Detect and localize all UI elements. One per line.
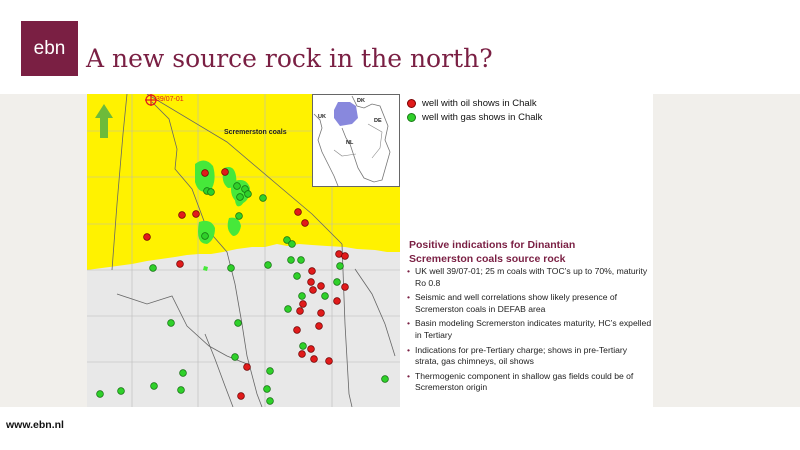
inset-label-uk: UK: [318, 114, 326, 120]
gas-well-marker: [333, 278, 341, 286]
page-title: A new source rock in the north?: [86, 44, 493, 73]
list-item: Seismic and well correlations show likel…: [407, 292, 653, 315]
gas-well-marker: [266, 367, 274, 375]
gas-well-marker: [264, 261, 272, 269]
location-inset-map: DK UK DE NL: [312, 94, 400, 187]
oil-well-marker: [317, 282, 325, 290]
inset-label-nl: NL: [346, 140, 354, 146]
oil-well-marker: [176, 260, 184, 268]
gas-well-marker: [288, 240, 296, 248]
inset-label-dk: DK: [357, 98, 365, 104]
gas-well-marker: [207, 188, 215, 196]
oil-well-marker: [301, 219, 309, 227]
legend-gas-label: well with gas shows in Chalk: [422, 111, 543, 123]
oil-well-marker: [325, 357, 333, 365]
legend-oil-label: well with oil shows in Chalk: [422, 97, 537, 109]
gas-well-marker: [293, 272, 301, 280]
oil-well-marker: [201, 169, 209, 177]
oil-well-marker: [143, 233, 151, 241]
oil-well-marker: [298, 350, 306, 358]
oil-well-marker: [294, 208, 302, 216]
gas-well-marker: [233, 182, 241, 190]
legend-oil: well with oil shows in Chalk: [407, 96, 542, 110]
gas-well-marker: [284, 305, 292, 313]
ebn-logo: ebn: [21, 21, 78, 76]
oil-well-marker: [310, 355, 318, 363]
gas-well-marker: [298, 292, 306, 300]
gas-well-marker: [297, 256, 305, 264]
oil-well-marker: [296, 307, 304, 315]
section-heading: Positive indications for Dinantian Screm…: [409, 238, 649, 266]
gas-well-marker: [381, 375, 389, 383]
list-item: Indications for pre-Tertiary charge; sho…: [407, 345, 653, 368]
gas-well-marker: [150, 382, 158, 390]
indication-list: UK well 39/07-01; 25 m coals with TOC’s …: [407, 266, 653, 397]
gas-well-marker: [149, 264, 157, 272]
oil-well-marker: [309, 286, 317, 294]
map-legend: well with oil shows in Chalk well with g…: [407, 96, 542, 124]
gas-well-marker: [287, 256, 295, 264]
gas-well-marker: [227, 264, 235, 272]
well-label: 39/07-01: [156, 96, 184, 103]
gas-well-marker: [266, 397, 274, 405]
gas-well-marker: [235, 212, 243, 220]
gas-well-marker: [336, 262, 344, 270]
oil-well-marker: [192, 210, 200, 218]
oil-well-marker: [243, 363, 251, 371]
oil-well-marker: [307, 278, 315, 286]
gas-well-marker: [234, 319, 242, 327]
gas-well-marker: [236, 193, 244, 201]
legend-gas: well with gas shows in Chalk: [407, 110, 542, 124]
oil-well-marker: [317, 309, 325, 317]
oil-well-marker: [315, 322, 323, 330]
gas-well-marker: [177, 386, 185, 394]
oil-well-marker: [333, 297, 341, 305]
gas-well-marker: [231, 353, 239, 361]
oil-well-marker: [299, 300, 307, 308]
gas-well-marker: [167, 319, 175, 327]
heading-line-2: Scremerston coals source rock: [409, 253, 566, 265]
logo-text: ebn: [33, 37, 66, 59]
oil-well-marker: [307, 345, 315, 353]
list-item: UK well 39/07-01; 25 m coals with TOC’s …: [407, 266, 653, 289]
gas-well-marker: [299, 342, 307, 350]
gas-well-marker: [201, 232, 209, 240]
scremerston-coals-label: Scremerston coals: [224, 129, 287, 136]
oil-well-marker: [178, 211, 186, 219]
footer-website[interactable]: www.ebn.nl: [6, 419, 64, 431]
gas-well-marker: [117, 387, 125, 395]
gas-well-icon: [407, 112, 416, 122]
oil-well-icon: [407, 98, 416, 108]
heading-line-1: Positive indications for Dinantian: [409, 239, 576, 251]
gas-well-marker: [263, 385, 271, 393]
gas-well-marker: [244, 190, 252, 198]
gas-well-marker: [179, 369, 187, 377]
gas-well-marker: [321, 292, 329, 300]
oil-well-marker: [293, 326, 301, 334]
list-item: Thermogenic component in shallow gas fie…: [407, 371, 653, 394]
inset-label-de: DE: [374, 118, 382, 124]
oil-well-marker: [221, 168, 229, 176]
gas-well-marker: [96, 390, 104, 398]
oil-well-marker: [341, 283, 349, 291]
oil-well-marker: [308, 267, 316, 275]
oil-well-marker: [237, 392, 245, 400]
gas-well-marker: [259, 194, 267, 202]
oil-well-marker: [341, 252, 349, 260]
list-item: Basin modeling Scremerston indicates mat…: [407, 318, 653, 341]
